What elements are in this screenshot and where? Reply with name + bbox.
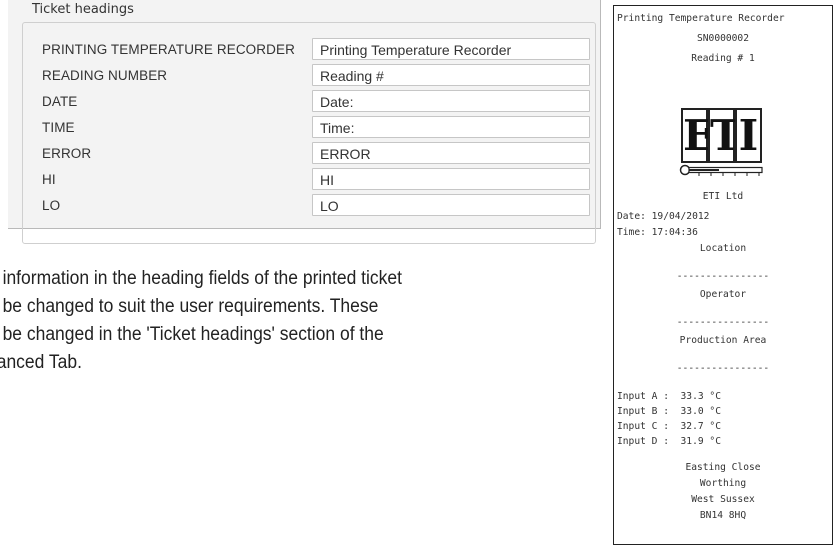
heading-input-date[interactable]: Date: [312,90,590,112]
logo-letter: I [735,108,762,163]
logo-letter: E [681,108,715,163]
heading-row-reading-number: READING NUMBER Reading # [42,64,598,88]
ticket-input-d: Input D : 31.9 °C [617,436,721,447]
ticket-location: Location [699,243,747,254]
heading-label: READING NUMBER [42,68,168,83]
heading-label: PRINTING TEMPERATURE RECORDER [42,42,295,57]
heading-label: TIME [42,120,75,135]
printed-ticket-preview: Printing Temperature Recorder SN0000002 … [613,5,833,545]
heading-input-time[interactable]: Time: [312,116,590,138]
heading-row-time: TIME Time: [42,116,598,140]
logo-letter: T [708,108,741,163]
ticket-address-line: Easting Close [685,462,761,473]
heading-row-lo: LO LO [42,194,598,218]
ticket-divider: ---------------- [676,363,770,374]
ticket-reading: Reading # 1 [691,53,755,64]
ticket-title: Printing Temperature Recorder [617,13,785,24]
ticket-divider: ---------------- [676,317,770,328]
ticket-production-area: Production Area [679,335,767,346]
heading-input-hi[interactable]: HI [312,168,590,190]
heading-label: ERROR [42,146,92,161]
heading-label: DATE [42,94,78,109]
heading-row-printing-temperature-recorder: PRINTING TEMPERATURE RECORDER Printing T… [42,38,598,62]
heading-input-printing-temperature-recorder[interactable]: Printing Temperature Recorder [312,38,590,60]
heading-input-reading-number[interactable]: Reading # [312,64,590,86]
ticket-address-line: Worthing [699,478,747,489]
paragraph-line: n be changed to suit the user requiremen… [0,296,379,317]
ticket-headings-panel: Ticket headings PRINTING TEMPERATURE REC… [8,0,601,244]
heading-input-lo[interactable]: LO [312,194,590,216]
heading-label: LO [42,198,61,213]
heading-label: HI [42,172,56,187]
ticket-serial: SN0000002 [697,33,749,44]
ticket-time: Time: 17:04:36 [617,227,698,238]
thermometer-icon [679,164,763,176]
ticket-address-line: BN14 8HQ [699,510,747,521]
ticket-company: ETI Ltd [702,191,744,202]
ticket-input-c: Input C : 32.7 °C [617,421,721,432]
eti-logo: E T I [679,106,764,183]
heading-row-error: ERROR ERROR [42,142,598,166]
heading-row-hi: HI HI [42,168,598,192]
ticket-date: Date: 19/04/2012 [617,211,710,222]
paragraph-line: n be changed in the 'Ticket headings' se… [0,324,384,345]
paragraph-line: vanced Tab. [0,352,82,373]
description-paragraph: e information in the heading fields of t… [0,265,544,377]
heading-row-date: DATE Date: [42,90,598,114]
ticket-operator: Operator [699,289,747,300]
heading-input-error[interactable]: ERROR [312,142,590,164]
ticket-input-a: Input A : 33.3 °C [617,391,721,402]
ticket-headings-group-title: Ticket headings [28,2,138,17]
ticket-divider: ---------------- [676,271,770,282]
paragraph-line: e information in the heading fields of t… [0,268,402,289]
ticket-input-b: Input B : 33.0 °C [617,406,721,417]
ticket-address-line: West Sussex [691,494,755,505]
